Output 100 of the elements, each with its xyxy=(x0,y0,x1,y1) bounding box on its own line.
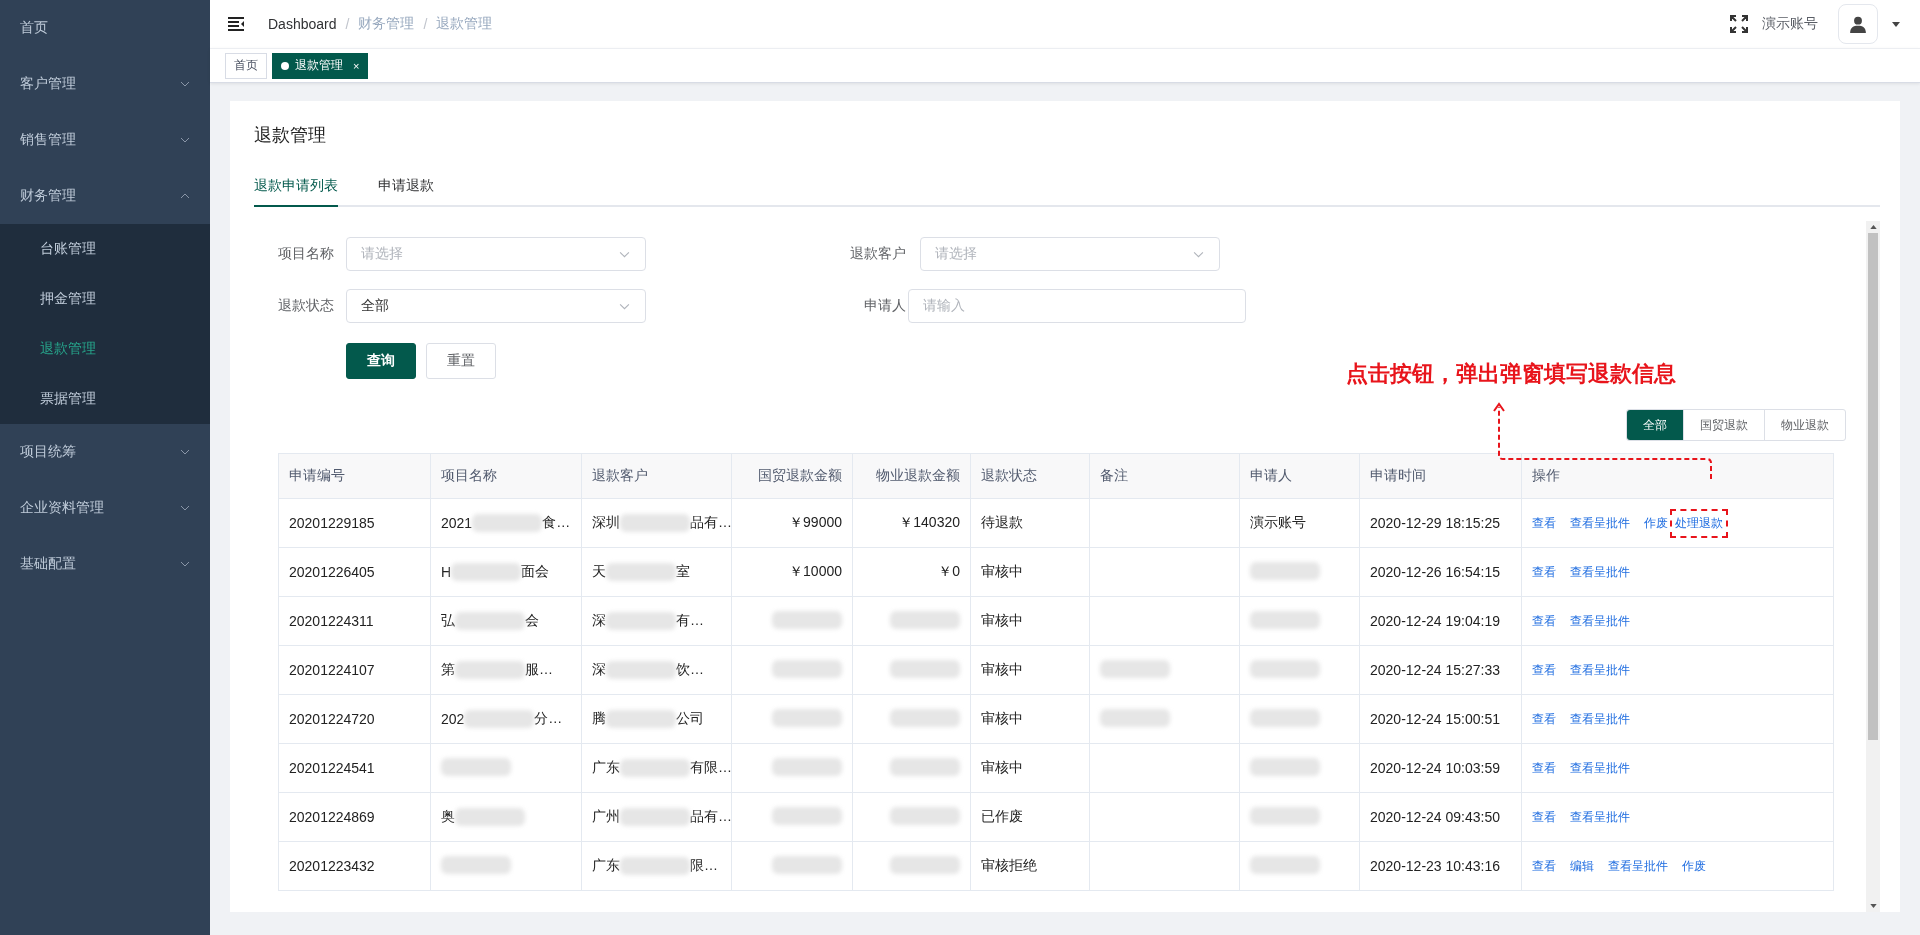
sidebar-item[interactable]: 财务管理 xyxy=(0,168,210,224)
scroll-up-icon[interactable] xyxy=(1869,225,1877,229)
table-cell: 有… xyxy=(676,612,704,630)
breadcrumb-separator: / xyxy=(345,16,350,32)
table-link[interactable]: 查看呈批件 xyxy=(1570,804,1630,830)
sidebar-item[interactable]: 销售管理 xyxy=(0,112,210,168)
column-header: 操作 xyxy=(1521,453,1834,499)
table-cell: 审核中 xyxy=(981,759,1023,777)
breadcrumb-separator: / xyxy=(423,16,428,32)
table-link[interactable]: 查看 xyxy=(1532,755,1556,781)
filter-label: 申请人 xyxy=(863,297,907,315)
filter-toggle[interactable]: 国贸退款 xyxy=(1683,410,1764,440)
table-link[interactable]: 查看 xyxy=(1532,559,1556,585)
column-header: 退款客户 xyxy=(581,453,732,499)
person-icon xyxy=(1849,15,1867,33)
action-button[interactable]: 查询 xyxy=(346,343,416,379)
fullscreen-icon[interactable] xyxy=(1730,15,1748,33)
sidebar-subitem[interactable]: 押金管理 xyxy=(0,274,210,324)
sidebar-item[interactable]: 基础配置 xyxy=(0,536,210,592)
table-link[interactable]: 查看 xyxy=(1532,510,1556,536)
redacted-block xyxy=(472,514,543,532)
table-link[interactable]: 查看呈批件 xyxy=(1570,706,1630,732)
table-cell: 2020-12-24 09:43:50 xyxy=(1370,809,1500,825)
redacted-block xyxy=(772,757,842,776)
redacted-block xyxy=(606,710,676,728)
redacted-block xyxy=(455,808,525,826)
table-cell: 弘 xyxy=(441,612,455,630)
redacted-block xyxy=(441,757,511,776)
filter-toggle[interactable]: 全部 xyxy=(1627,410,1683,440)
caret-icon[interactable] xyxy=(1892,21,1900,27)
table-cell: 奥 xyxy=(441,808,455,826)
redacted-block xyxy=(772,659,842,678)
input-field[interactable]: 全部 xyxy=(346,289,646,323)
menu-icon[interactable] xyxy=(228,17,244,31)
user-name: 演示账号 xyxy=(1762,15,1818,33)
table-cell: 2020-12-24 10:03:59 xyxy=(1370,760,1500,776)
redacted-block xyxy=(890,855,960,874)
table-cell: 广州 xyxy=(592,808,620,826)
table-cell: 饮… xyxy=(676,661,704,679)
table-link[interactable]: 查看呈批件 xyxy=(1570,657,1630,683)
scroll-down-icon[interactable] xyxy=(1869,904,1877,908)
close-icon[interactable]: × xyxy=(353,59,360,72)
table-link[interactable]: 查看 xyxy=(1532,657,1556,683)
table-link[interactable]: 编辑 xyxy=(1570,853,1594,879)
tab[interactable]: 退款申请列表 xyxy=(254,167,338,207)
scrollbar[interactable] xyxy=(1866,221,1880,912)
table-cell: 2020-12-29 18:15:25 xyxy=(1370,515,1500,531)
table-cell: ￥0 xyxy=(938,563,960,581)
page-tag[interactable]: 首页 xyxy=(225,52,267,79)
sidebar-item[interactable]: 客户管理 xyxy=(0,56,210,112)
sidebar-subitem[interactable]: 票据管理 xyxy=(0,374,210,424)
sidebar-subitem[interactable]: 台账管理 xyxy=(0,224,210,274)
table-cell: 深圳 xyxy=(592,514,620,532)
table-cell: ￥99000 xyxy=(789,514,842,532)
table-cell: 2020-12-24 19:04:19 xyxy=(1370,613,1500,629)
filter-label: 退款客户 xyxy=(849,245,907,263)
action-button[interactable]: 重置 xyxy=(426,343,496,379)
filter-toggle[interactable]: 物业退款 xyxy=(1764,410,1845,440)
table-link[interactable]: 查看呈批件 xyxy=(1570,608,1630,634)
table-link[interactable]: 查看呈批件 xyxy=(1608,853,1668,879)
tab[interactable]: 申请退款 xyxy=(378,167,434,207)
table-link[interactable]: 查看呈批件 xyxy=(1570,559,1630,585)
table-cell: 广东 xyxy=(592,759,620,777)
table-cell: ￥140320 xyxy=(899,514,960,532)
table-cell: 20201224541 xyxy=(289,760,375,776)
table-cell: 分… xyxy=(534,710,563,728)
sidebar-subitem[interactable]: 退款管理 xyxy=(0,324,210,374)
sidebar-item[interactable]: 首页 xyxy=(0,0,210,56)
table-cell: 2020-12-23 10:43:16 xyxy=(1370,858,1500,874)
filter-label: 项目名称 xyxy=(278,245,335,263)
redacted-block xyxy=(1250,659,1320,678)
table-link[interactable]: 作废 xyxy=(1682,853,1706,879)
table-link[interactable]: 查看呈批件 xyxy=(1570,755,1630,781)
redacted-block xyxy=(1250,561,1320,580)
table-link[interactable]: 查看 xyxy=(1532,853,1556,879)
table-cell: 20201224311 xyxy=(289,613,374,629)
sidebar-item[interactable]: 企业资料管理 xyxy=(0,480,210,536)
column-header: 物业退款金额 xyxy=(852,453,971,499)
redacted-block xyxy=(1250,855,1320,874)
page-tag[interactable]: 退款管理 × xyxy=(272,52,369,79)
table-link[interactable]: 查看 xyxy=(1532,706,1556,732)
table-cell: 2020-12-24 15:00:51 xyxy=(1370,711,1500,727)
avatar-button[interactable] xyxy=(1838,4,1878,44)
redacted-block xyxy=(890,610,960,629)
table-link[interactable]: 查看呈批件 xyxy=(1570,510,1630,536)
sidebar-item[interactable]: 项目统筹 xyxy=(0,424,210,480)
table-cell: 20201224107 xyxy=(289,662,375,678)
redacted-block xyxy=(890,708,960,727)
table-cell: 20201223432 xyxy=(289,858,375,874)
table-link[interactable]: 查看 xyxy=(1532,804,1556,830)
table-cell: H xyxy=(441,564,452,580)
redacted-block xyxy=(464,710,535,728)
column-header: 申请人 xyxy=(1239,453,1360,499)
table-link[interactable]: 作废 xyxy=(1644,510,1668,536)
table-link[interactable]: 处理退款 xyxy=(1672,510,1726,536)
table-cell: 腾 xyxy=(592,710,606,728)
redacted-block xyxy=(890,806,960,825)
breadcrumb-item[interactable]: Dashboard xyxy=(268,16,337,32)
table-link[interactable]: 查看 xyxy=(1532,608,1556,634)
table-cell: 公司 xyxy=(676,710,704,728)
